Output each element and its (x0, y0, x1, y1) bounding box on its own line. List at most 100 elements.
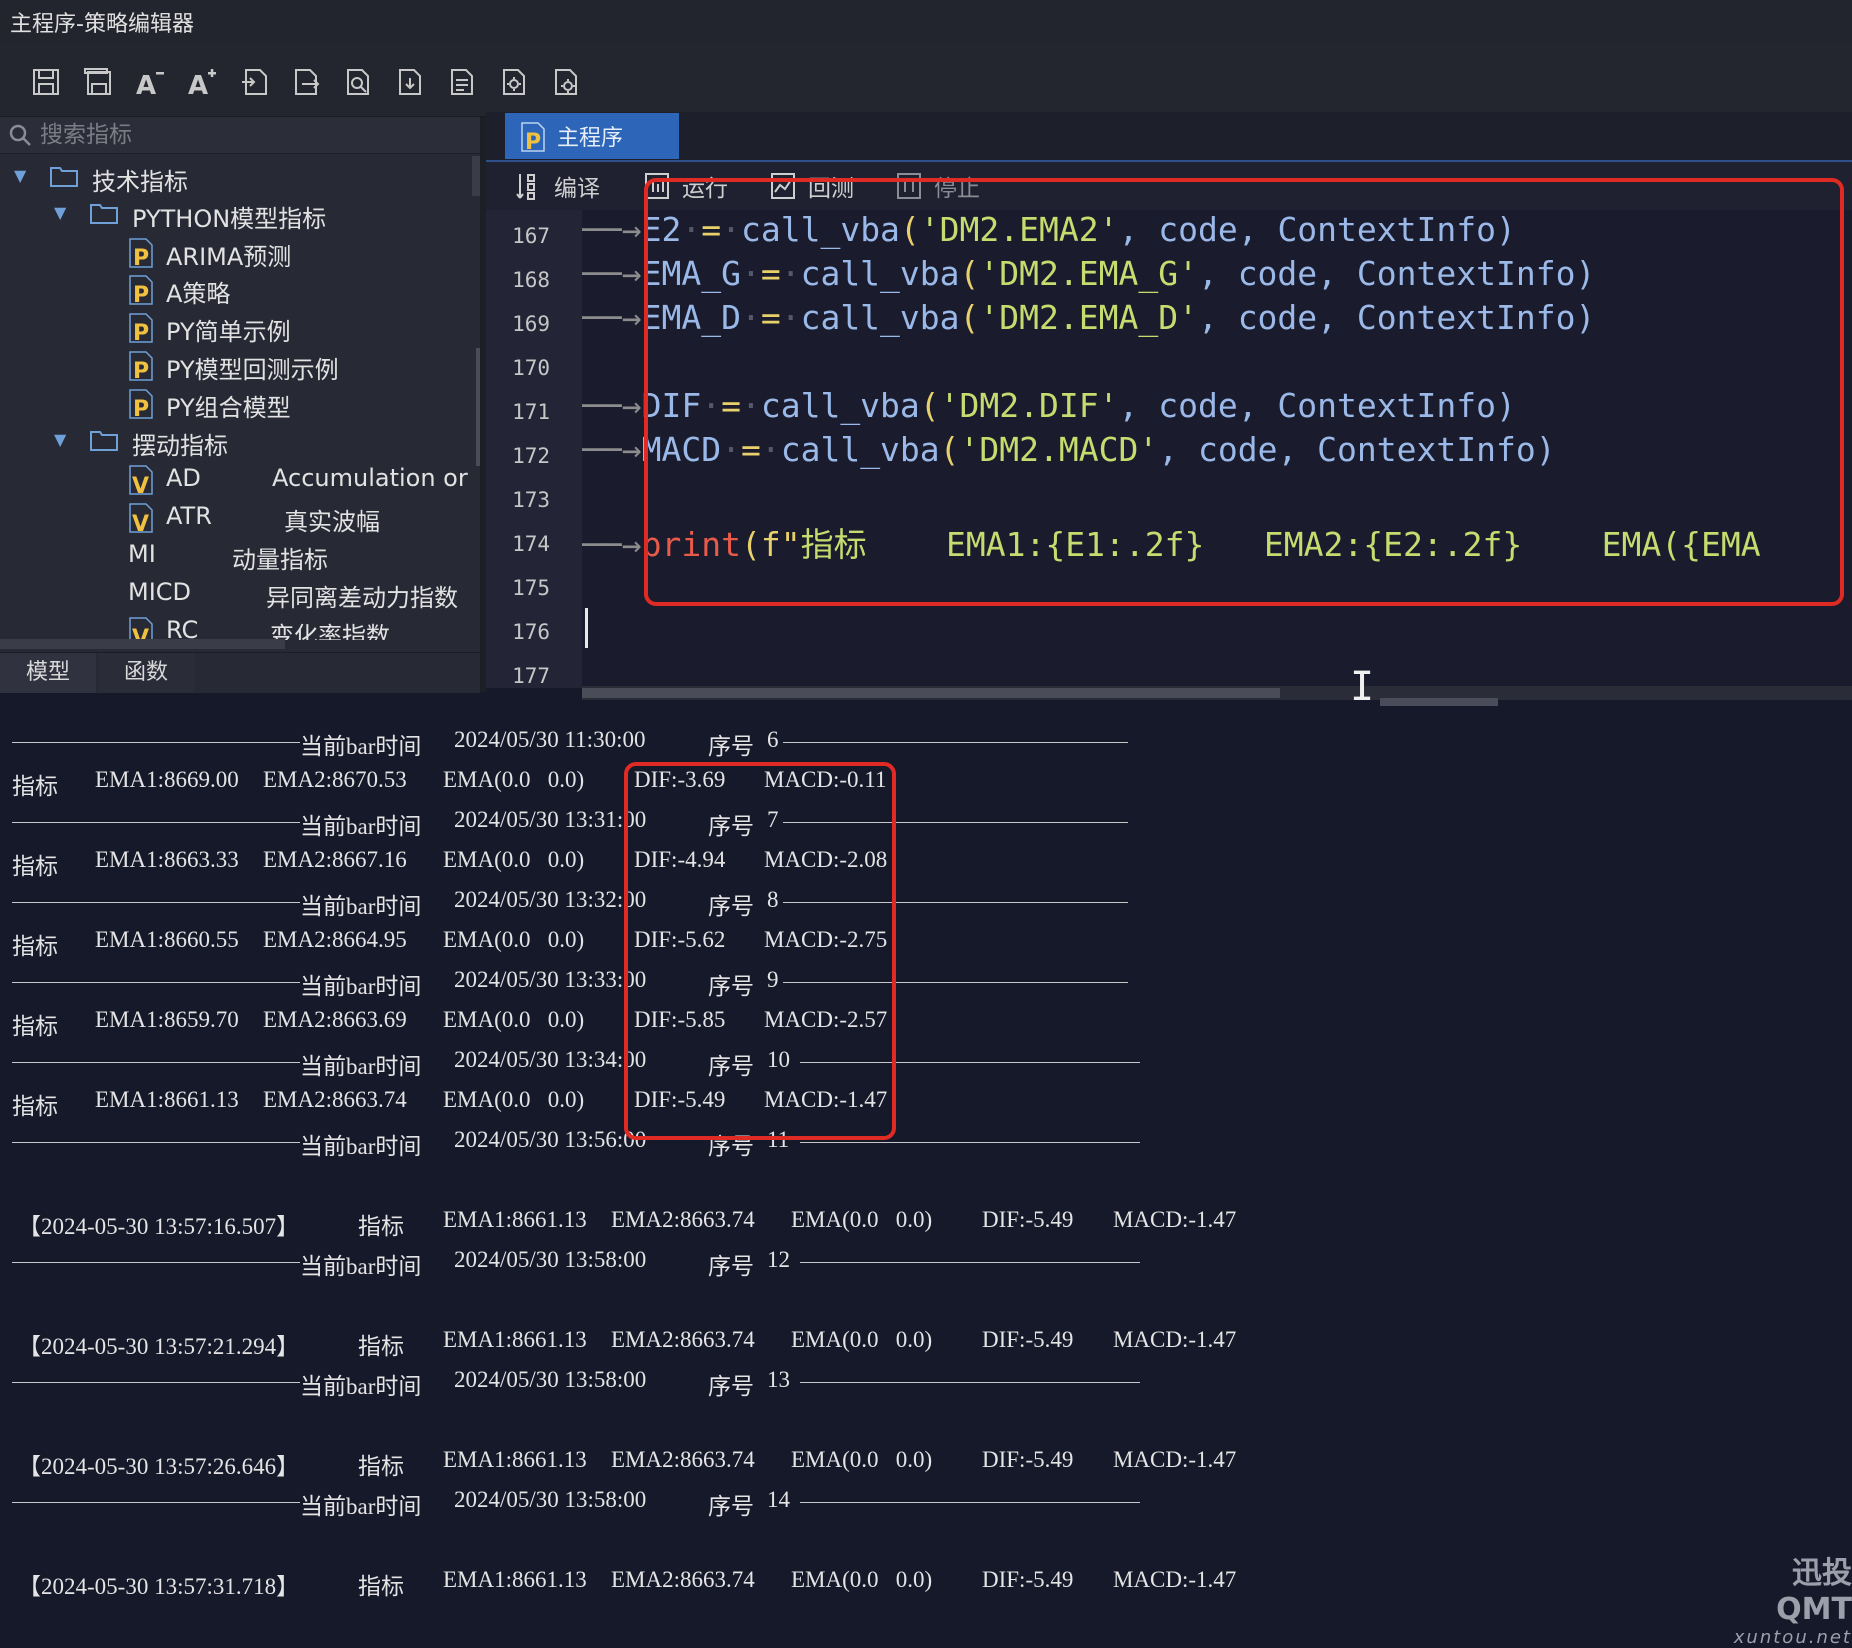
python-file-icon: P (521, 122, 545, 153)
main-toolbar: A A (0, 44, 1852, 117)
sidebar-tabs: 模型 函数 (0, 652, 480, 693)
sequence-value: 6 (767, 727, 779, 752)
tree-folder-python[interactable]: ▼ PYTHON模型指标 (0, 197, 470, 233)
tree-item-python[interactable]: P A策略 (0, 272, 470, 308)
indicator-label: 指标 (358, 1574, 404, 1599)
svg-text:A: A (188, 71, 208, 98)
line-number: 175 (512, 576, 550, 600)
tree-item-desc: Accumulation or (272, 464, 468, 492)
settings-alt-button[interactable] (548, 64, 584, 100)
ema1-value: EMA1:8661.13 (95, 1087, 239, 1112)
bar-separator-line: 当前bar时间 2024/05/30 13:32:00 序号 8 (0, 882, 1200, 922)
ema1-value: EMA1:8659.70 (95, 1007, 239, 1032)
export-button[interactable] (288, 64, 324, 100)
separator-rule (12, 1142, 300, 1143)
bar-time-label: 当前bar时间 (300, 734, 422, 759)
separator-rule (12, 1502, 300, 1503)
vba-file-icon: V (129, 503, 153, 534)
text-cursor (585, 608, 588, 648)
indicator-label: 指标 (12, 934, 58, 959)
bar-separator-line: 当前bar时间 2024/05/30 13:58:00 序号 13 (0, 1362, 1200, 1402)
scrollbar-thumb[interactable] (582, 688, 1280, 698)
line-number: 167 (512, 224, 550, 248)
bar-time-value: 2024/05/30 11:30:00 (454, 727, 646, 752)
ema2-value: EMA2:8664.95 (263, 927, 407, 952)
line-number: 170 (512, 356, 550, 380)
indicator-label: 指标 (358, 1334, 404, 1359)
tab-model[interactable]: 模型 (0, 653, 96, 693)
find-button[interactable] (340, 64, 376, 100)
separator-rule (12, 1062, 300, 1063)
editor-tab-bar (486, 112, 1852, 162)
save-button[interactable] (28, 64, 64, 100)
ema1-value: EMA1:8669.00 (95, 767, 239, 792)
indicator-label: 指标 (12, 1014, 58, 1039)
folder-icon (90, 431, 118, 451)
sequence-value: 12 (767, 1247, 790, 1272)
tree-item-indicator[interactable]: V ATR 真实波幅 (0, 500, 470, 536)
ema1-value: EMA1:8661.13 (443, 1447, 587, 1472)
separator-rule (12, 1382, 300, 1383)
separator-rule (12, 982, 300, 983)
import-button[interactable] (236, 64, 272, 100)
ema-range-value: EMA(0.0 0.0) (791, 1327, 933, 1352)
save-icon (33, 69, 59, 95)
line-number: 172 (512, 444, 550, 468)
tree-item-label: PY模型回测示例 (166, 356, 339, 384)
expand-caret-icon[interactable]: ▼ (54, 430, 72, 449)
tree-item-label: ARIMA预测 (166, 243, 292, 271)
tree-horizontal-scrollbar[interactable] (0, 639, 285, 649)
tree-item-indicator[interactable]: V RC 变化率指数 (0, 614, 470, 640)
ema2-value: EMA2:8663.74 (611, 1327, 755, 1352)
tree-item-python[interactable]: P PY模型回测示例 (0, 348, 470, 384)
svg-text:V: V (132, 512, 149, 534)
save-all-button[interactable] (80, 64, 116, 100)
expand-caret-icon[interactable]: ▼ (14, 166, 32, 185)
macd-value: MACD:-1.47 (1113, 1327, 1237, 1352)
ema2-value: EMA2:8663.74 (611, 1207, 755, 1232)
font-decrease-icon: A (136, 71, 164, 98)
indicator-line: 指标 EMA1:8661.13 EMA2:8663.74 EMA(0.0 0.0) DI… (0, 1082, 1200, 1122)
bar-separator-line: 当前bar时间 2024/05/30 13:58:00 序号 14 (0, 1482, 1200, 1522)
bar-separator-line: 当前bar时间 2024/05/30 13:33:00 序号 9 (0, 962, 1200, 1002)
tab-main-program[interactable]: P 主程序 (505, 113, 679, 159)
tree-item-indicator[interactable]: MI 动量指标 (0, 538, 470, 574)
tab-function[interactable]: 函数 (98, 653, 194, 693)
font-increase-icon: A (188, 69, 216, 98)
bar-time-label: 当前bar时间 (300, 894, 422, 919)
ema2-value: EMA2:8663.74 (611, 1567, 755, 1592)
font-decrease-button[interactable]: A (132, 64, 168, 100)
tree-folder-swing[interactable]: ▼ 摆动指标 (0, 424, 470, 460)
font-increase-button[interactable]: A (184, 64, 220, 100)
ema2-value: EMA2:8667.16 (263, 847, 407, 872)
indicator-label: 指标 (12, 774, 58, 799)
tree-item-python[interactable]: P ARIMA预测 (0, 235, 470, 271)
svg-text:V: V (132, 626, 149, 640)
bar-time-label: 当前bar时间 (300, 1494, 422, 1519)
folder-icon (90, 204, 118, 224)
document-button[interactable] (444, 64, 480, 100)
ema1-value: EMA1:8661.13 (443, 1567, 587, 1592)
bar-time-label: 当前bar时间 (300, 974, 422, 999)
compile-button[interactable]: 编译 (516, 170, 600, 202)
tree-item-python[interactable]: P PY简单示例 (0, 310, 470, 346)
indicator-label: 指标 (358, 1214, 404, 1239)
search-input[interactable] (38, 119, 462, 151)
tree-scrollbar[interactable] (472, 156, 480, 196)
svg-text:V: V (132, 474, 149, 496)
dif-value: DIF:-5.49 (982, 1327, 1074, 1352)
expand-caret-icon[interactable]: ▼ (54, 203, 72, 222)
watermark-brand: 迅投QMT (1776, 1556, 1852, 1627)
tree-item-indicator[interactable]: MICD 异同离差动力指数 (0, 576, 470, 612)
ema2-value: EMA2:8670.53 (263, 767, 407, 792)
separator-rule (800, 1382, 1140, 1383)
svg-text:A: A (136, 71, 156, 98)
indicator-line: 指标 EMA1:8669.00 EMA2:8670.53 EMA(0.0 0.0) DI… (0, 762, 1200, 802)
settings-button[interactable] (496, 64, 532, 100)
tree-item-indicator[interactable]: V AD Accumulation or (0, 462, 470, 498)
tree-folder-technical[interactable]: ▼ 技术指标 (0, 160, 470, 196)
download-button[interactable] (392, 64, 428, 100)
ema2-value: EMA2:8663.74 (611, 1447, 755, 1472)
tree-item-python[interactable]: P PY组合模型 (0, 386, 470, 422)
folder-icon (50, 167, 78, 187)
